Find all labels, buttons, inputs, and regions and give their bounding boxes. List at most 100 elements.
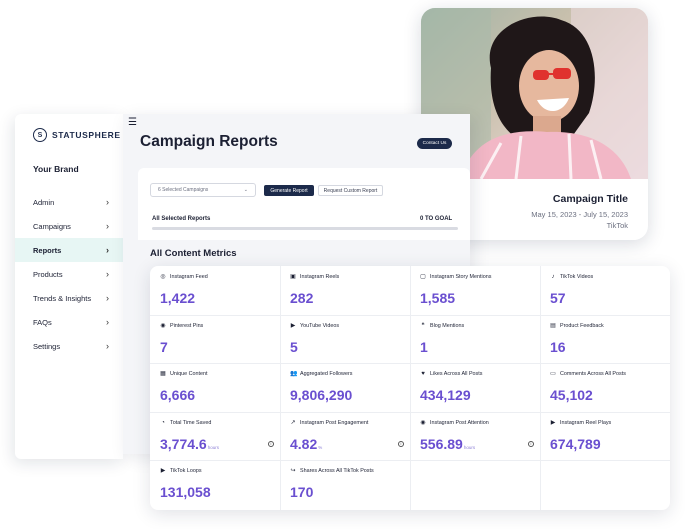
comment-icon: ▭ bbox=[550, 371, 556, 377]
metric-card: 👥 Aggregated Followers 9,806,290 bbox=[280, 363, 410, 412]
menu-icon[interactable]: ☰ bbox=[128, 117, 137, 128]
goal-label: 0 TO GOAL bbox=[420, 216, 453, 222]
metric-label: Aggregated Followers bbox=[300, 371, 353, 377]
sidebar-item-campaigns[interactable]: Campaigns › bbox=[15, 214, 123, 238]
metric-label-row: ▭ Comments Across All Posts bbox=[550, 371, 626, 377]
metric-value: 282 bbox=[290, 290, 314, 306]
campaign-platform: TikTok bbox=[606, 221, 628, 230]
metric-unit: hours bbox=[207, 444, 219, 450]
metric-value: 45,102 bbox=[550, 387, 593, 403]
metric-value: 6,666 bbox=[160, 387, 196, 403]
sidebar-item-trends-insights[interactable]: Trends & Insights › bbox=[15, 286, 123, 310]
metric-value-row: 45,102 bbox=[550, 387, 593, 403]
sidebar-item-faqs[interactable]: FAQs › bbox=[15, 310, 123, 334]
sidebar-item-label: Products bbox=[33, 269, 63, 279]
metric-label-row: ▶ Instagram Reel Plays bbox=[550, 420, 612, 426]
sidebar-item-label: Reports bbox=[33, 245, 62, 255]
metric-label-row: ▦ Unique Content bbox=[160, 371, 207, 377]
metric-label-row: ▤ Product Feedback bbox=[550, 323, 604, 329]
metric-card: ♪ TikTok Videos 57 bbox=[540, 266, 670, 315]
metric-value: 1,422 bbox=[160, 290, 196, 306]
metric-value-row: 1 bbox=[420, 339, 428, 355]
metric-card: ♥ Likes Across All Posts 434,129 bbox=[410, 363, 540, 412]
chevron-down-icon: ⌄ bbox=[243, 187, 248, 193]
brand-name: Your Brand bbox=[33, 164, 79, 174]
chevron-right-icon: › bbox=[106, 221, 109, 231]
sidebar-item-label: Admin bbox=[33, 197, 55, 207]
sidebar-item-reports[interactable]: Reports › bbox=[15, 238, 123, 262]
metric-label: Instagram Post Engagement bbox=[300, 419, 369, 426]
metric-value: 9,806,290 bbox=[290, 387, 353, 403]
metric-value: 4.82 bbox=[290, 435, 318, 452]
metric-card: ▶ YouTube Videos 5 bbox=[280, 315, 410, 364]
metric-card: ▣ Instagram Reels 282 bbox=[280, 266, 410, 315]
metric-value: 131,058 bbox=[160, 484, 211, 500]
chevron-right-icon: › bbox=[106, 197, 109, 207]
metric-value-row: 6,666 bbox=[160, 387, 195, 403]
metric-card: ▶ TikTok Loops 131,058 bbox=[150, 460, 280, 509]
metric-label-row: ♪ TikTok Videos bbox=[550, 274, 594, 280]
share-icon: ↪ bbox=[290, 468, 296, 474]
metric-card: ↗ Instagram Post Engagement 4.82% i bbox=[280, 412, 410, 461]
info-icon[interactable]: i bbox=[268, 440, 274, 447]
tiktok-icon: ♪ bbox=[551, 274, 555, 280]
metric-value-row: 170 bbox=[290, 484, 313, 500]
metric-value-row: 16 bbox=[550, 339, 566, 355]
goal-progress-bar bbox=[152, 227, 458, 230]
sidebar-item-admin[interactable]: Admin › bbox=[15, 190, 123, 214]
info-icon[interactable]: i bbox=[398, 440, 404, 447]
metric-value: 1 bbox=[420, 338, 428, 355]
metric-label: Total Time Saved bbox=[170, 419, 212, 426]
metric-value: 7 bbox=[160, 338, 168, 355]
sidebar-item-settings[interactable]: Settings › bbox=[15, 334, 123, 358]
logo-text: STATUSPHERE bbox=[52, 130, 121, 140]
metric-value: 16 bbox=[550, 338, 566, 355]
metric-value-row: 674,789 bbox=[550, 436, 601, 452]
metric-card: ▢ Instagram Story Mentions 1,585 bbox=[410, 266, 540, 315]
logo[interactable]: S STATUSPHERE bbox=[33, 128, 121, 142]
campaign-select[interactable]: 6 Selected Campaigns ⌄ bbox=[150, 183, 256, 197]
info-icon[interactable]: i bbox=[528, 440, 534, 447]
blog-icon: ❝ bbox=[421, 322, 425, 329]
sidebar-item-label: Trends & Insights bbox=[33, 293, 92, 303]
metric-label-row: ▶ YouTube Videos bbox=[290, 323, 339, 329]
sidebar-item-label: Settings bbox=[33, 341, 61, 351]
metric-label-row: ↪ Shares Across All TikTok Posts bbox=[290, 468, 373, 474]
metric-label-row: ❝ Blog Mentions bbox=[420, 323, 464, 329]
sidebar-item-products[interactable]: Products › bbox=[15, 262, 123, 286]
metric-label: Instagram Story Mentions bbox=[430, 274, 492, 280]
campaign-dates: May 15, 2023 - July 15, 2023 bbox=[531, 210, 628, 219]
metric-label-row: ▣ Instagram Reels bbox=[290, 274, 339, 280]
contact-us-button[interactable]: Contact Us bbox=[417, 138, 452, 149]
request-custom-report-button[interactable]: Request Custom Report bbox=[318, 185, 383, 196]
metric-label: TikTok Videos bbox=[560, 274, 594, 280]
metric-label-row: ◉ Instagram Post Attention bbox=[420, 419, 488, 426]
content-icon: ▦ bbox=[160, 371, 166, 377]
metric-label: Product Feedback bbox=[560, 322, 604, 329]
metric-value-row: 57 bbox=[550, 290, 566, 306]
metric-label-row: ▢ Instagram Story Mentions bbox=[420, 274, 491, 280]
metric-value-row: 3,774.6hours bbox=[160, 436, 219, 452]
eye-icon: ◉ bbox=[420, 419, 426, 426]
chevron-right-icon: › bbox=[106, 317, 109, 327]
engagement-icon: ↗ bbox=[290, 419, 296, 426]
metric-value: 3,774.6 bbox=[160, 435, 207, 452]
campaign-select-value: 6 Selected Campaigns bbox=[158, 187, 209, 193]
instagram-icon: ◎ bbox=[160, 274, 166, 280]
metric-label-row: ♥ Likes Across All Posts bbox=[420, 371, 482, 377]
generate-report-button[interactable]: Generate Report bbox=[264, 185, 314, 196]
metric-value: 170 bbox=[290, 484, 314, 500]
metric-label-row: ▶ TikTok Loops bbox=[160, 468, 202, 474]
heart-icon: ♥ bbox=[421, 371, 425, 377]
pinterest-icon: ◉ bbox=[160, 322, 166, 329]
metric-label: Unique Content bbox=[170, 371, 208, 377]
time-icon: ◔ bbox=[161, 419, 165, 426]
metric-label: Comments Across All Posts bbox=[560, 371, 626, 377]
sidebar: S STATUSPHERE Your Brand Admin › Campaigns… bbox=[15, 114, 123, 459]
metric-label-row: ◉ Pinterest Pins bbox=[160, 323, 203, 329]
metric-card: ↪ Shares Across All TikTok Posts 170 bbox=[280, 460, 410, 509]
metric-value-row: 131,058 bbox=[160, 484, 211, 500]
metric-card: ▶ Instagram Reel Plays 674,789 bbox=[540, 412, 670, 461]
followers-icon: 👥 bbox=[290, 371, 298, 377]
metric-label: YouTube Videos bbox=[300, 322, 340, 329]
